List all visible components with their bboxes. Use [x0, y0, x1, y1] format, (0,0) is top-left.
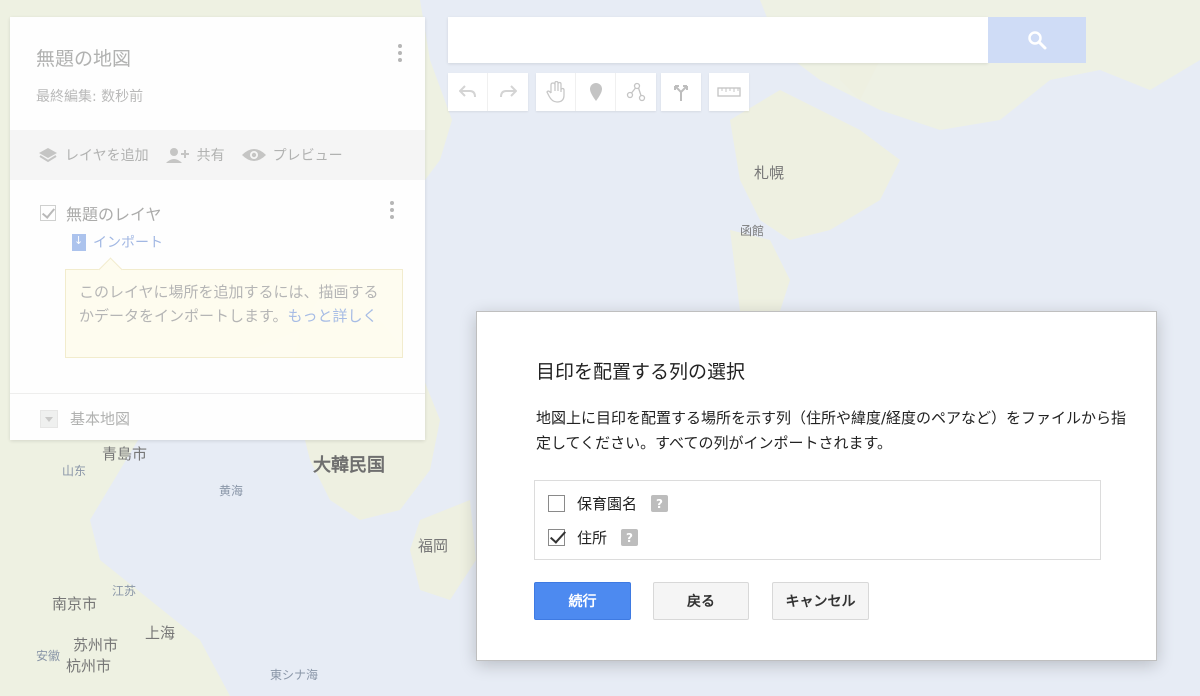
undo-icon	[458, 85, 476, 98]
panel-action-bar: レイヤを追加 共有 プレビュー	[10, 130, 425, 180]
layer-item[interactable]: 無題のレイヤ	[40, 201, 162, 225]
basemap-expand-icon[interactable]	[40, 409, 58, 428]
continue-button[interactable]: 続行	[534, 582, 631, 620]
share-label: 共有	[196, 148, 225, 164]
map-label-nanjing: 南京市	[52, 595, 98, 613]
undo-redo-group	[448, 73, 528, 111]
map-search-input[interactable]	[448, 17, 988, 63]
redo-button[interactable]	[488, 73, 528, 111]
undo-button[interactable]	[448, 73, 488, 111]
hand-icon	[545, 81, 565, 103]
map-label-shanghai: 上海	[145, 624, 176, 642]
column-option-nursery-name[interactable]: 保育園名 ?	[548, 493, 669, 514]
cancel-button[interactable]: キャンセル	[772, 582, 869, 620]
column-list: 保育園名 ? 住所 ?	[534, 480, 1101, 560]
column-select-dialog: 目印を配置する列の選択 地図上に目印を配置する場所を示す列（住所や緯度/経度のペ…	[476, 311, 1157, 661]
map-label-hangzhou: 杭州市	[66, 657, 112, 675]
learn-more-link[interactable]: もっと詳しく	[288, 307, 378, 325]
layers-icon	[39, 148, 57, 163]
import-link[interactable]: インポート	[72, 232, 163, 252]
select-hand-tool[interactable]	[536, 73, 576, 111]
column-label-address: 住所	[577, 529, 608, 547]
map-label-yellow-sea: 黄海	[219, 484, 244, 498]
column-checkbox-nursery-name[interactable]	[548, 495, 565, 512]
ruler-icon	[717, 87, 741, 97]
draw-tools-group	[536, 73, 656, 111]
map-label-suzhou: 苏州市	[73, 636, 119, 654]
share-button[interactable]: 共有	[165, 145, 225, 165]
import-file-icon	[72, 233, 86, 251]
directions-group	[661, 73, 701, 111]
column-checkbox-address[interactable]	[548, 529, 565, 546]
add-person-icon	[165, 148, 189, 163]
help-icon[interactable]: ?	[651, 495, 669, 512]
map-label-hakodate: 函館	[740, 224, 765, 238]
directions-icon	[674, 85, 688, 101]
map-label-anhui: 安徽	[36, 649, 61, 663]
layer-help-tooltip: このレイヤに場所を追加するには、描画するかデータをインポートします。もっと詳しく	[65, 269, 403, 358]
column-label-nursery-name: 保育園名	[577, 495, 638, 513]
help-icon[interactable]: ?	[621, 529, 639, 546]
dialog-description: 地図上に目印を配置する場所を示す列（住所や緯度/経度のペアなど）をファイルから指…	[536, 409, 1127, 452]
layer-options-menu-icon[interactable]	[389, 201, 395, 222]
dialog-title: 目印を配置する列の選択	[536, 361, 746, 383]
preview-button[interactable]: プレビュー	[241, 145, 343, 165]
last-edited-text: 最終編集: 数秒前	[36, 89, 144, 105]
add-directions-tool[interactable]	[661, 73, 701, 111]
basemap-section[interactable]: 基本地図	[10, 393, 425, 429]
map-info-panel: 無題の地図 最終編集: 数秒前 レイヤを追加 共有 プレビュー 無題のレイヤ イ…	[10, 17, 425, 440]
basemap-label: 基本地図	[70, 410, 131, 428]
map-options-menu-icon[interactable]	[397, 44, 403, 65]
layer-name[interactable]: 無題のレイヤ	[66, 201, 162, 225]
measure-group	[709, 73, 749, 111]
map-title[interactable]: 無題の地図	[36, 44, 131, 71]
back-button[interactable]: 戻る	[653, 582, 749, 620]
map-label-jiangsu: 江苏	[112, 584, 137, 598]
map-label-korea: 大韓民国	[313, 455, 385, 476]
measure-distance-tool[interactable]	[709, 73, 749, 111]
search-icon	[1028, 31, 1047, 50]
map-label-east-china-sea: 東シナ海	[270, 668, 319, 682]
add-marker-tool[interactable]	[576, 73, 616, 111]
marker-pin-icon	[589, 83, 602, 101]
preview-label: プレビュー	[272, 148, 343, 164]
draw-line-icon	[626, 82, 646, 102]
eye-icon	[241, 149, 266, 161]
layer-visibility-checkbox[interactable]	[40, 205, 56, 221]
redo-icon	[500, 85, 517, 98]
add-layer-label: レイヤを追加	[65, 148, 149, 164]
map-label-fukuoka: 福岡	[418, 537, 449, 555]
search-button[interactable]	[988, 17, 1086, 63]
map-label-shandong: 山东	[62, 464, 87, 478]
add-layer-button[interactable]: レイヤを追加	[37, 145, 149, 165]
map-label-sapporo: 札幌	[754, 164, 785, 182]
column-option-address[interactable]: 住所 ?	[548, 527, 639, 548]
draw-line-tool[interactable]	[616, 73, 656, 111]
map-label-qingdao: 青島市	[102, 445, 148, 463]
import-label: インポート	[93, 235, 163, 251]
